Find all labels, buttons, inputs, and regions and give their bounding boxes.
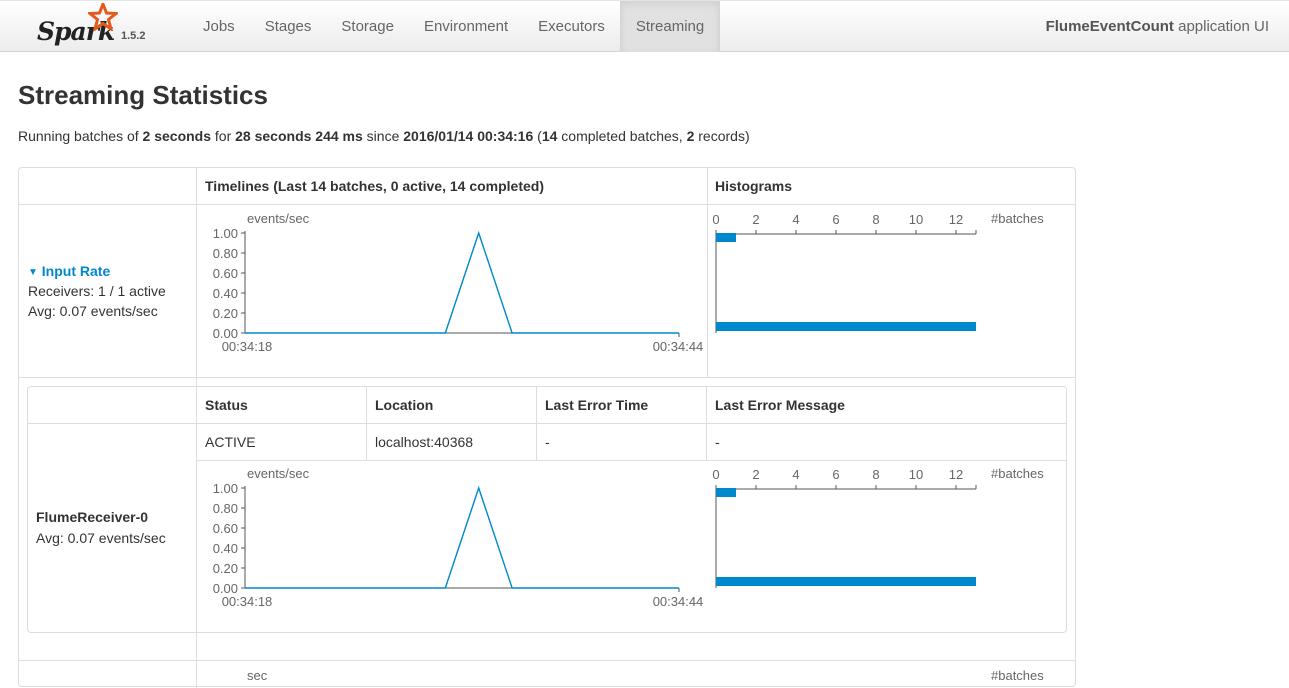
divider (19, 204, 1075, 205)
receiver-avg: Avg: 0.07 events/sec (36, 530, 166, 546)
divider (706, 387, 707, 461)
timeline-y-tick-label: 1.00 (213, 226, 238, 241)
location-header: Location (375, 397, 434, 413)
nav-stages[interactable]: Stages (250, 1, 327, 52)
histogram-x-tick-label: 12 (949, 467, 963, 482)
histogram-x-tick-label: 2 (752, 212, 759, 227)
histogram-bar (716, 488, 736, 497)
histogram-x-tick-label: 6 (832, 467, 839, 482)
histogram-x-tick-label: 10 (909, 212, 923, 227)
receiver-location: localhost:40368 (375, 434, 474, 450)
spark-logo[interactable]: Spark 1.5.2 (36, 3, 156, 51)
divider (19, 377, 1075, 378)
page-title: Streaming Statistics (18, 80, 268, 110)
timeline-x-tick-label: 00:34:44 (653, 339, 704, 354)
nav-environment[interactable]: Environment (409, 1, 523, 52)
next-timeline-unit: sec (247, 668, 268, 683)
divider (536, 387, 537, 461)
histogram-x-tick-label: 2 (752, 467, 759, 482)
timelines-header: Timelines (Last 14 batches, 0 active, 14… (205, 178, 544, 194)
timeline-ylabel: events/sec (247, 466, 310, 481)
receivers-count: Receivers: 1 / 1 active (28, 283, 166, 299)
receiver-last-error-message: - (715, 434, 720, 450)
divider (28, 423, 1066, 424)
nav-streaming[interactable]: Streaming (619, 1, 721, 52)
receiver-status: ACTIVE (205, 434, 256, 450)
receiver-name: FlumeReceiver-0 (36, 509, 149, 525)
timeline-y-tick-label: 0.40 (213, 541, 238, 556)
summary-text-6: records) (694, 128, 750, 144)
input-rate-label: Input Rate (41, 263, 111, 279)
nav-executors[interactable]: Executors (523, 1, 620, 52)
last-error-message-header: Last Error Message (715, 397, 845, 413)
timeline-y-tick-label: 0.60 (213, 266, 238, 281)
summary-text-4: ( (533, 128, 542, 144)
histogram-x-tick-label: 4 (792, 212, 799, 227)
histogram-x-tick-label: 8 (872, 467, 879, 482)
histogram-x-tick-label: 6 (832, 212, 839, 227)
timeline-y-tick-label: 0.20 (213, 306, 238, 321)
timeline-series-line (245, 485, 679, 589)
main-nav: Jobs Stages Storage Environment Executor… (188, 1, 721, 52)
input-rate-toggle[interactable]: ▼ Input Rate (28, 263, 110, 279)
timeline-x-tick-label: 00:34:18 (222, 594, 273, 609)
timeline-series-line (245, 230, 679, 334)
histogram-bar (716, 233, 736, 242)
batch-interval: 2 seconds (142, 128, 212, 144)
input-rate-timeline-chart: events/sec0.000.200.400.600.801.0000:34:… (213, 211, 704, 354)
histogram-x-tick-label: 0 (712, 212, 719, 227)
completed-batches-count: 14 (541, 128, 558, 144)
timeline-y-tick-label: 1.00 (213, 481, 238, 496)
histogram-bar (716, 322, 976, 331)
top-navbar: Spark 1.5.2 Jobs Stages Storage Environm… (0, 0, 1289, 52)
app-title: FlumeEventCount application UI (1046, 1, 1269, 52)
app-title-suffix: application UI (1173, 18, 1269, 35)
timeline-y-tick-label: 0.20 (213, 561, 238, 576)
timeline-ylabel: events/sec (247, 211, 310, 226)
histogram-xlabel: #batches (991, 466, 1044, 481)
input-rate-avg: Avg: 0.07 events/sec (28, 303, 158, 319)
last-error-time-header: Last Error Time (545, 397, 649, 413)
histogram-bar (716, 577, 976, 586)
divider (366, 387, 367, 461)
summary-text-1: Running batches of (18, 128, 143, 144)
timeline-y-tick-label: 0.40 (213, 286, 238, 301)
summary-text-2: for (211, 128, 236, 144)
receiver-timeline-chart: events/sec0.000.200.400.600.801.0000:34:… (213, 466, 704, 609)
summary-text-3: since (362, 128, 404, 144)
start-time: 2016/01/14 00:34:16 (403, 128, 534, 144)
spark-version: 1.5.2 (121, 30, 146, 42)
divider (19, 660, 1075, 661)
histogram-x-tick-label: 12 (949, 212, 963, 227)
histogram-x-tick-label: 10 (909, 467, 923, 482)
histogram-x-tick-label: 8 (872, 212, 879, 227)
nav-storage[interactable]: Storage (326, 1, 409, 52)
timeline-y-tick-label: 0.80 (213, 501, 238, 516)
expand-triangle-icon: ▼ (28, 267, 38, 278)
histograms-header: Histograms (715, 178, 793, 194)
spark-star-icon (88, 3, 118, 31)
timeline-y-tick-label: 0.60 (213, 521, 238, 536)
timeline-x-tick-label: 00:34:18 (222, 339, 273, 354)
input-rate-histogram-chart: 0 2 4 6 8 10 12 #batches (712, 211, 1044, 333)
receiver-histogram-chart: 0 2 4 6 8 10 12 #batches (712, 466, 1044, 588)
app-name: FlumeEventCount (1045, 18, 1174, 35)
summary-text-5: completed batches, (557, 128, 687, 144)
histogram-x-tick-label: 4 (792, 467, 799, 482)
timeline-y-tick-label: 0.80 (213, 246, 238, 261)
run-duration: 28 seconds 244 ms (235, 128, 363, 144)
histogram-x-tick-label: 0 (712, 467, 719, 482)
receiver-last-error-time: - (545, 434, 550, 450)
streaming-summary: Running batches of 2 seconds for 28 seco… (18, 128, 750, 144)
next-histogram-unit: #batches (991, 668, 1044, 683)
status-header: Status (205, 397, 248, 413)
nav-jobs[interactable]: Jobs (188, 1, 250, 52)
histogram-xlabel: #batches (991, 211, 1044, 226)
timeline-x-tick-label: 00:34:44 (653, 594, 704, 609)
